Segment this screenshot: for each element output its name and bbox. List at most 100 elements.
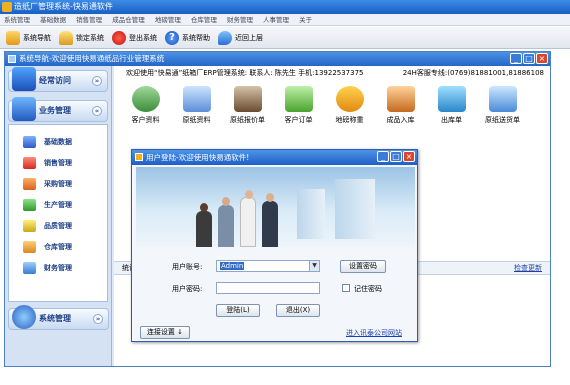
quick-weighbridge[interactable]: 地磅称重 <box>324 86 375 125</box>
quick-icon-label: 客户资料 <box>131 116 160 124</box>
lock-icon <box>59 30 73 45</box>
dialog-minimize-button[interactable]: _ <box>377 151 389 162</box>
sidebar-section-frequent[interactable]: 经常访问 » <box>8 67 108 92</box>
login-banner-image <box>136 167 415 247</box>
quick-paper-info[interactable]: 原纸资料 <box>171 86 222 125</box>
password-label: 用户密码: <box>172 285 203 293</box>
username-label: 用户账号: <box>172 263 203 271</box>
hotline-text: 24H客服专线:(0769)81881001,81886108 <box>402 69 544 77</box>
building-shape <box>297 189 325 239</box>
sidebar-section-business[interactable]: 业务管理 « <box>8 97 108 122</box>
menu-item-warehouse[interactable]: 仓库管理 <box>191 16 217 24</box>
app-title-bar: 造纸厂管理系统-快易通软件 <box>0 0 570 14</box>
sidebar-item-finance[interactable]: 财务管理 <box>9 257 107 278</box>
person-figure <box>262 193 278 247</box>
quick-customer-info[interactable]: 客户资料 <box>120 86 171 125</box>
sidebar-item-label: 品质管理 <box>44 221 72 230</box>
menu-item-sales[interactable]: 销售管理 <box>76 16 102 24</box>
close-button[interactable]: × <box>536 53 548 64</box>
person-figure <box>218 197 234 247</box>
set-password-button[interactable]: 设置密码 <box>340 260 386 273</box>
dropdown-arrow-icon[interactable]: ▼ <box>309 261 319 271</box>
folder-icon <box>6 30 20 45</box>
chevron-icon[interactable]: » <box>93 314 103 324</box>
chevron-icon[interactable]: » <box>92 76 102 86</box>
sidebar-item-warehouse[interactable]: 仓库管理 <box>9 236 107 257</box>
building-shape <box>335 179 375 239</box>
menu-item-hr[interactable]: 人事管理 <box>263 16 289 24</box>
maximize-button[interactable]: □ <box>523 53 535 64</box>
sidebar-section-frequent-label: 经常访问 <box>39 76 71 85</box>
chevron-icon[interactable]: « <box>92 106 102 116</box>
sidebar-section-business-label: 业务管理 <box>39 106 71 115</box>
quick-outbound[interactable]: 出库单 <box>426 86 477 125</box>
lock-button[interactable]: 锁定系统 <box>59 30 104 45</box>
stock-in-icon <box>386 86 415 112</box>
dialog-close-button[interactable]: × <box>403 151 415 162</box>
menu-item-system[interactable]: 系统管理 <box>4 16 30 24</box>
menu-item-basic-data[interactable]: 基础数据 <box>40 16 66 24</box>
menu-item-finance[interactable]: 财务管理 <box>227 16 253 24</box>
window-icon <box>8 55 16 63</box>
quick-icon-label: 地磅称重 <box>335 116 364 124</box>
dialog-maximize-button[interactable]: □ <box>390 151 402 162</box>
check-update-link[interactable]: 检查更新 <box>514 262 542 275</box>
quick-paper-delivery[interactable]: 原纸送货单 <box>477 86 528 125</box>
help-button-label: 系统帮助 <box>182 33 210 42</box>
sidebar-item-production[interactable]: 生产管理 <box>9 194 107 215</box>
warehouse-icon <box>23 240 36 253</box>
stop-icon <box>112 30 126 45</box>
logout-button-label: 登出系统 <box>129 33 157 42</box>
quick-customer-order[interactable]: 客户订单 <box>273 86 324 125</box>
person-figure <box>240 190 256 247</box>
finance-icon <box>23 261 36 274</box>
sidebar-item-label: 生产管理 <box>44 200 72 209</box>
connection-settings-button[interactable]: 连接设置 ↓ <box>140 326 190 339</box>
quick-finished-stock-in[interactable]: 成品入库 <box>375 86 426 125</box>
user-icon <box>135 153 143 161</box>
basic-data-icon <box>23 135 36 148</box>
nav-button-label: 系统导航 <box>23 33 51 42</box>
quick-icons: 客户资料 原纸资料 原纸报价单 客户订单 地磅称重 成品入库 出库单 原纸送货单 <box>114 86 550 125</box>
quick-icon-label: 原纸送货单 <box>485 116 520 124</box>
sidebar-item-quality[interactable]: 品质管理 <box>9 215 107 236</box>
login-dialog-title-bar: 用户登陆-欢迎使用快易通软件! _ □ × <box>132 150 417 165</box>
sidebar-item-label: 销售管理 <box>44 158 72 167</box>
quick-icon-label: 原纸资料 <box>182 116 211 124</box>
document-check-icon <box>182 86 211 112</box>
exit-button[interactable]: 退出(X) <box>276 304 320 317</box>
help-button[interactable]: ? 系统帮助 <box>165 30 210 45</box>
people-icon <box>335 86 364 112</box>
menu-item-weighbridge[interactable]: 地磅管理 <box>155 16 181 24</box>
quick-icon-label: 成品入库 <box>386 116 415 124</box>
purchase-icon <box>23 177 36 190</box>
menu-item-about[interactable]: 关于 <box>299 16 312 24</box>
company-website-link[interactable]: 进入讯泰公司网站 <box>346 328 402 338</box>
welcome-text: 欢迎使用“快易通”纸箱厂ERP管理系统: 联系人: 陈先生 手机:1392253… <box>126 69 364 77</box>
menu-item-finished-goods[interactable]: 成品仓管理 <box>112 16 145 24</box>
password-field[interactable] <box>216 282 320 294</box>
sidebar-section-system-label: 系统管理 <box>39 314 71 323</box>
login-button[interactable]: 登陆(L) <box>216 304 260 317</box>
minimize-button[interactable]: _ <box>510 53 522 64</box>
sidebar-section-system[interactable]: 系统管理 » <box>8 305 109 330</box>
back-button[interactable]: 近回上层 <box>218 30 263 45</box>
sidebar-item-label: 基础数据 <box>44 137 72 146</box>
quick-icon-label: 客户订单 <box>284 116 313 124</box>
sidebar: 经常访问 » 业务管理 « 基础数据 销售管理 采购管理 生产管理 品质管理 仓… <box>5 66 112 366</box>
remember-password-label: 记住密码 <box>354 285 382 293</box>
app-icon <box>2 2 12 12</box>
back-arrow-icon <box>218 30 232 45</box>
sidebar-item-label: 采购管理 <box>44 179 72 188</box>
quick-paper-quote[interactable]: 原纸报价单 <box>222 86 273 125</box>
nav-button[interactable]: 系统导航 <box>6 30 51 45</box>
remember-password-checkbox[interactable] <box>342 284 350 292</box>
toolbar: 系统导航 锁定系统 登出系统 ? 系统帮助 近回上层 <box>0 27 570 49</box>
sidebar-item-sales[interactable]: 销售管理 <box>9 152 107 173</box>
help-icon: ? <box>165 30 179 45</box>
login-dialog-title: 用户登陆-欢迎使用快易通软件! <box>146 153 250 162</box>
logout-button[interactable]: 登出系统 <box>112 30 157 45</box>
sidebar-item-purchase[interactable]: 采购管理 <box>9 173 107 194</box>
username-field[interactable]: Admin ▼ <box>216 260 320 272</box>
sidebar-item-basic-data[interactable]: 基础数据 <box>9 131 107 152</box>
